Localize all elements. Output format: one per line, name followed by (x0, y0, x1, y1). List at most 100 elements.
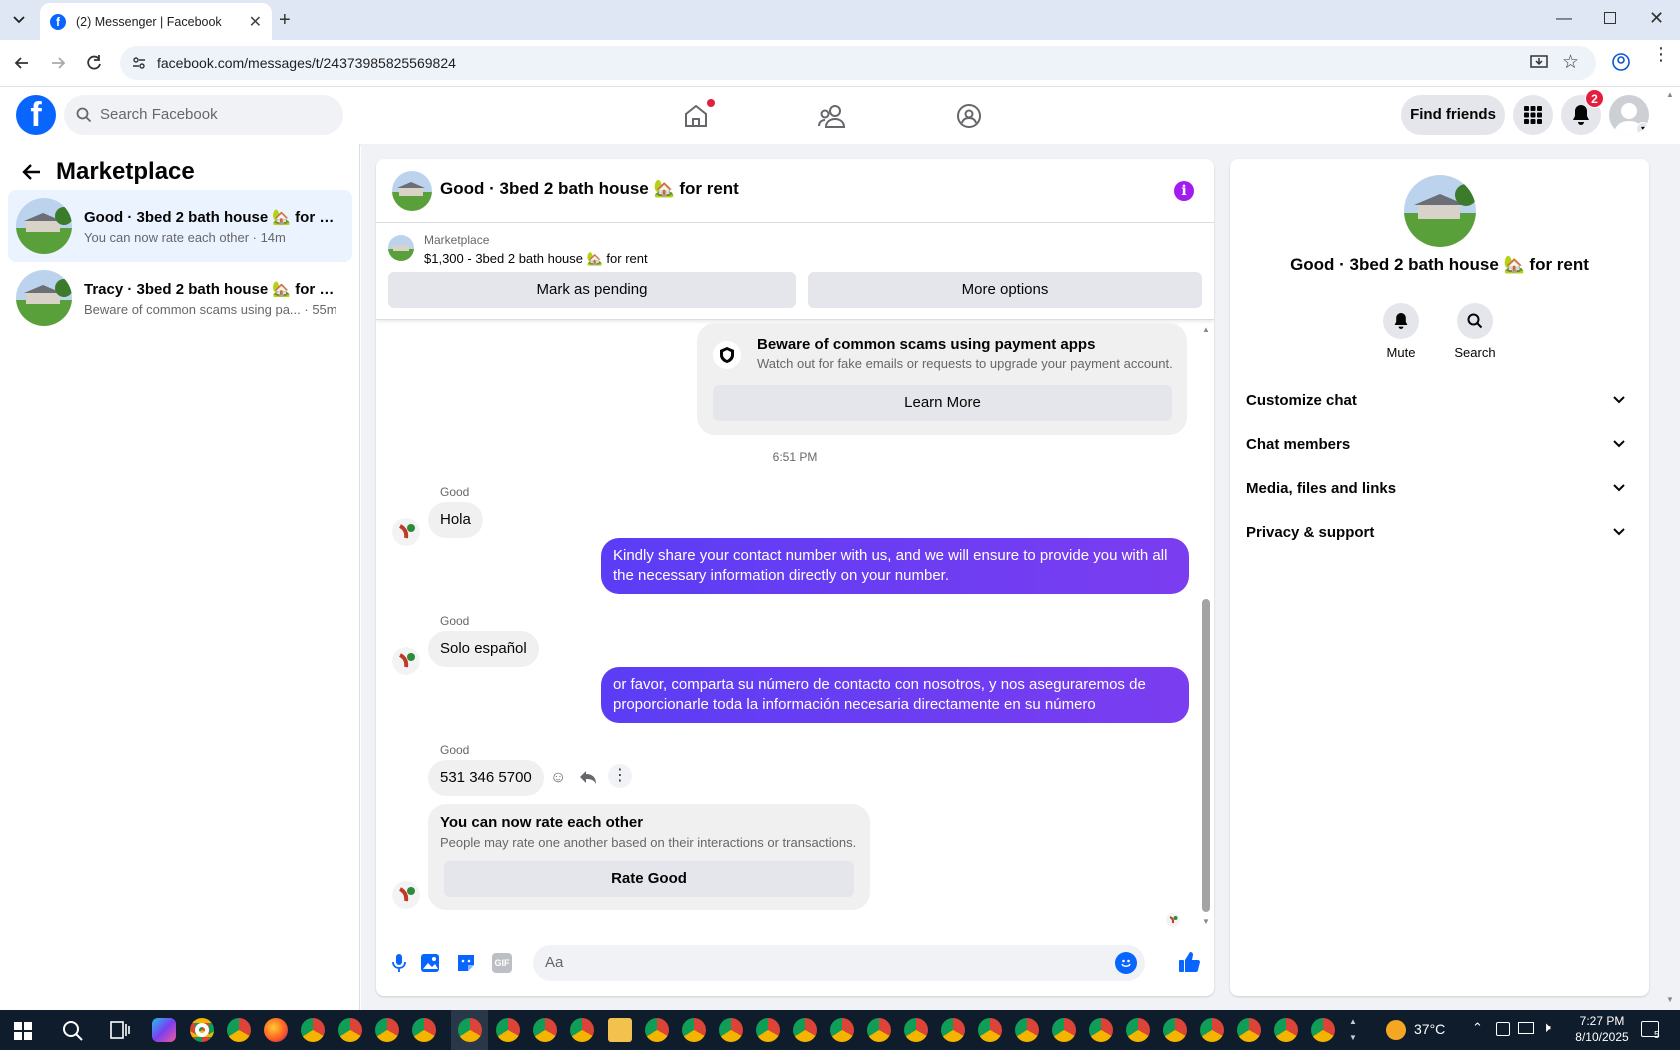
chrome-taskbar-icon[interactable] (1015, 1018, 1039, 1042)
chrome-taskbar-icon[interactable] (1200, 1018, 1224, 1042)
back-icon[interactable] (12, 53, 32, 73)
rate-good-button[interactable]: Rate Good (444, 861, 854, 897)
menu-button[interactable] (1513, 95, 1553, 135)
sender-avatar[interactable] (392, 881, 420, 909)
firefox-taskbar-icon[interactable] (264, 1018, 288, 1042)
chrome-taskbar-icon[interactable] (756, 1018, 780, 1042)
gif-icon[interactable]: GIF (492, 953, 512, 973)
file-explorer-icon[interactable] (608, 1018, 632, 1042)
minimize-icon[interactable]: — (1556, 10, 1572, 28)
close-tab-icon[interactable]: ✕ (249, 12, 262, 32)
new-tab-icon[interactable]: + (279, 9, 291, 32)
weather-icon[interactable] (1386, 1020, 1406, 1040)
mute-button[interactable]: Mute (1381, 303, 1421, 360)
incoming-message[interactable]: 531 346 5700 (428, 760, 544, 796)
chrome-taskbar-icon[interactable] (645, 1018, 669, 1042)
message-scrollbar[interactable]: ▲ ▼ (1196, 321, 1214, 930)
listing-description[interactable]: $1,300 - 3bed 2 bath house 🏡 for rent (424, 251, 648, 267)
details-avatar[interactable] (1404, 175, 1476, 247)
photo-icon[interactable] (420, 953, 440, 973)
emoji-icon[interactable] (1115, 952, 1137, 974)
browser-menu-icon[interactable]: ⋮ (1652, 45, 1670, 63)
profile-icon[interactable] (1612, 53, 1630, 71)
windows-start-icon[interactable] (14, 1022, 32, 1040)
chrome-taskbar-icon[interactable] (338, 1018, 362, 1042)
search-facebook-input[interactable]: Search Facebook (64, 95, 343, 135)
privacy-support-section[interactable]: Privacy & support (1246, 514, 1633, 550)
chrome-taskbar-icon[interactable] (830, 1018, 854, 1042)
nav-groups[interactable] (913, 87, 1025, 144)
chrome-taskbar-icon[interactable] (1274, 1018, 1298, 1042)
chrome-taskbar-icon[interactable] (1311, 1018, 1335, 1042)
chrome-taskbar-icon[interactable] (719, 1018, 743, 1042)
chrome-taskbar-icon[interactable] (227, 1018, 251, 1042)
more-actions-icon[interactable]: ⋮ (608, 764, 632, 788)
nav-friends[interactable] (776, 87, 888, 144)
tab-list-icon[interactable] (9, 10, 29, 30)
chrome-taskbar-icon[interactable] (301, 1018, 325, 1042)
search-conversation-button[interactable]: Search (1450, 303, 1500, 360)
site-info-icon[interactable] (132, 56, 146, 70)
sender-avatar[interactable] (392, 518, 420, 546)
chat-title[interactable]: Good · 3bed 2 bath house 🏡 for rent (440, 179, 739, 199)
chat-avatar[interactable] (392, 171, 432, 211)
chrome-taskbar-icon[interactable] (793, 1018, 817, 1042)
task-view-icon[interactable] (110, 1021, 130, 1039)
chrome-taskbar-icon[interactable] (682, 1018, 706, 1042)
chrome-taskbar-icon[interactable] (190, 1018, 214, 1042)
learn-more-button[interactable]: Learn More (713, 385, 1172, 421)
copilot-icon[interactable] (152, 1018, 176, 1042)
react-emoji-icon[interactable]: ☺ (550, 769, 566, 787)
network-icon[interactable] (1518, 1022, 1534, 1034)
show-hidden-icons[interactable]: ⌃ (1472, 1020, 1483, 1036)
scroll-down-icon[interactable]: ▼ (1202, 917, 1210, 926)
browser-tab[interactable]: f (2) Messenger | Facebook ✕ (40, 3, 272, 40)
back-arrow-icon[interactable] (22, 162, 42, 182)
sender-avatar[interactable] (392, 647, 420, 675)
chrome-taskbar-icon[interactable] (412, 1018, 436, 1042)
install-app-icon[interactable] (1530, 53, 1548, 71)
more-options-button[interactable]: More options (808, 272, 1202, 308)
chrome-taskbar-icon-active[interactable] (458, 1018, 482, 1042)
chrome-taskbar-icon[interactable] (978, 1018, 1002, 1042)
clock[interactable]: 7:27 PM 8/10/2025 (1570, 1013, 1634, 1045)
outgoing-message[interactable]: or favor, comparta su número de contacto… (601, 667, 1189, 723)
chrome-taskbar-icon[interactable] (904, 1018, 928, 1042)
chrome-taskbar-icon[interactable] (1089, 1018, 1113, 1042)
chrome-taskbar-icon[interactable] (496, 1018, 520, 1042)
customize-chat-section[interactable]: Customize chat (1246, 382, 1633, 418)
temperature[interactable]: 37°C (1414, 1021, 1445, 1037)
chrome-taskbar-icon[interactable] (375, 1018, 399, 1042)
incoming-message[interactable]: Hola (428, 502, 483, 538)
mark-as-pending-button[interactable]: Mark as pending (388, 272, 796, 308)
conversation-item-tracy[interactable]: Tracy · 3bed 2 bath house 🏡 for r... Bew… (8, 262, 352, 334)
chat-members-section[interactable]: Chat members (1246, 426, 1633, 462)
outgoing-message[interactable]: Kindly share your contact number with us… (601, 538, 1189, 594)
facebook-logo[interactable]: f (16, 95, 56, 135)
restore-icon[interactable] (1604, 12, 1616, 24)
volume-muted-icon[interactable]: 🕨 (1542, 1019, 1551, 1036)
reload-icon[interactable] (84, 53, 104, 73)
microphone-icon[interactable] (392, 953, 406, 973)
url-field[interactable]: facebook.com/messages/t/2437398582556982… (120, 46, 1596, 80)
chrome-taskbar-icon[interactable] (1163, 1018, 1187, 1042)
scroll-up-icon[interactable]: ▲ (1202, 325, 1210, 334)
sticker-icon[interactable] (456, 953, 476, 973)
scrollbar-thumb[interactable] (1202, 599, 1210, 912)
chrome-taskbar-icon[interactable] (1052, 1018, 1076, 1042)
conversation-item-good[interactable]: Good · 3bed 2 bath house 🏡 for r... You … (8, 190, 352, 262)
chrome-taskbar-icon[interactable] (1237, 1018, 1261, 1042)
forward-icon[interactable] (48, 53, 68, 73)
reply-icon[interactable] (579, 769, 597, 785)
listing-thumbnail[interactable] (388, 235, 414, 261)
close-window-icon[interactable]: ✕ (1649, 8, 1664, 29)
chrome-taskbar-icon[interactable] (941, 1018, 965, 1042)
chrome-taskbar-icon[interactable] (1126, 1018, 1150, 1042)
media-files-links-section[interactable]: Media, files and links (1246, 470, 1633, 506)
message-input[interactable]: Aa (533, 945, 1145, 981)
nav-home[interactable] (640, 87, 752, 144)
info-icon[interactable]: i (1174, 181, 1194, 201)
chrome-taskbar-icon[interactable] (867, 1018, 891, 1042)
bookmark-star-icon[interactable]: ☆ (1562, 51, 1579, 74)
page-scroll-down-icon[interactable]: ▼ (1666, 995, 1674, 1004)
